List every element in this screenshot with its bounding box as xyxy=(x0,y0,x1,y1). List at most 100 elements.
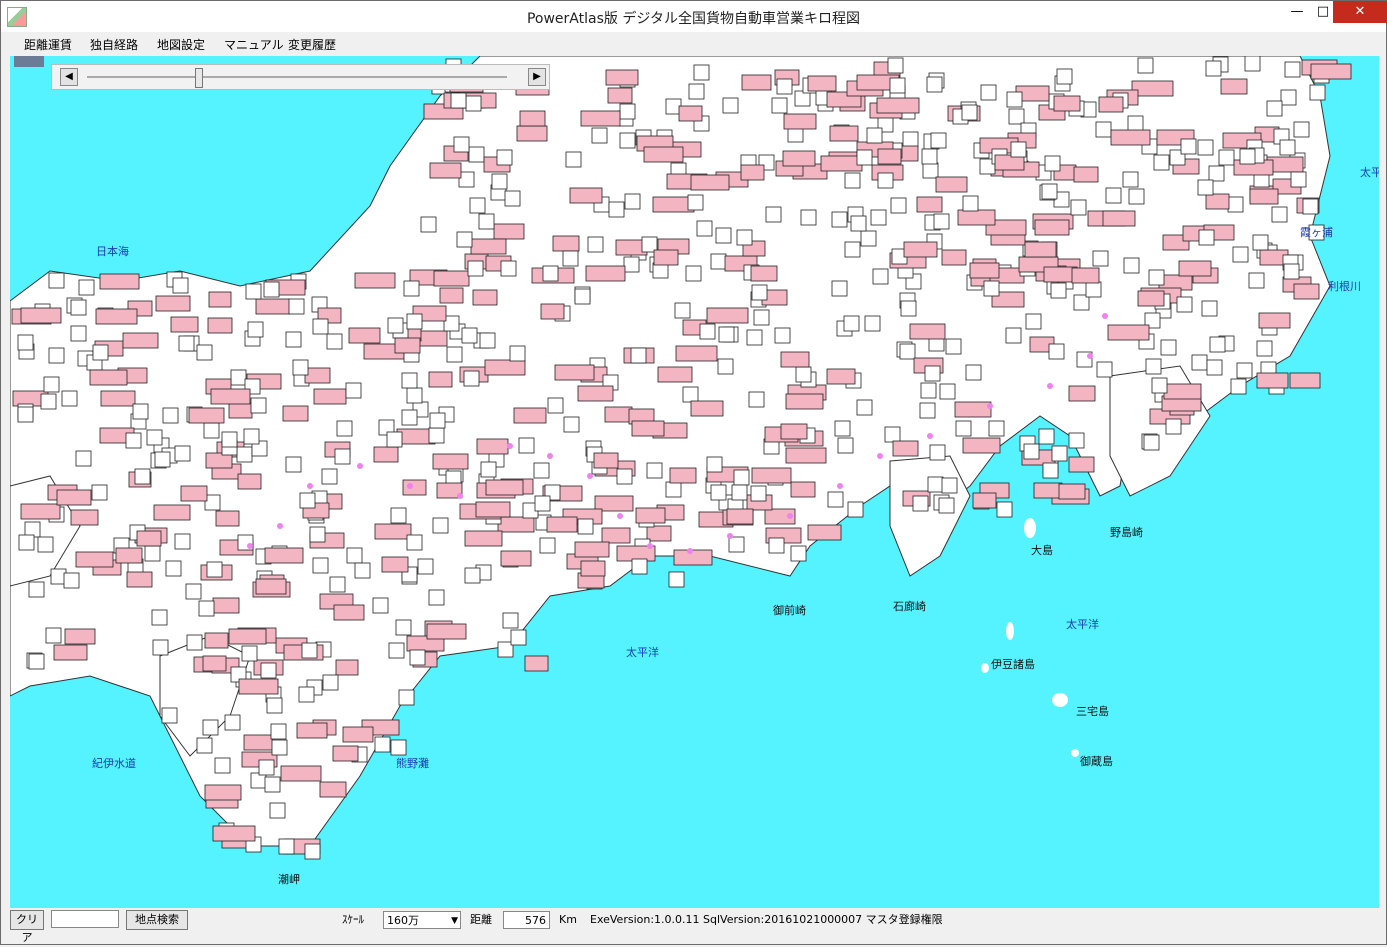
map-label-tile xyxy=(136,530,162,547)
map-label-tile xyxy=(493,223,525,240)
map-label-tile xyxy=(185,583,202,600)
menu-item-distance-fare[interactable]: 距離運賃 xyxy=(20,36,76,53)
island xyxy=(1024,518,1036,538)
zoom-slider-track[interactable] xyxy=(87,76,507,78)
search-button[interactable]: 地点検索 xyxy=(126,910,188,930)
map-label-tile xyxy=(1128,188,1145,205)
map-label-tile xyxy=(346,547,363,564)
map-label-tile xyxy=(669,467,697,484)
map-label-tile xyxy=(247,321,264,338)
map-label-tile xyxy=(624,193,641,210)
map-label-tile xyxy=(731,484,748,501)
map-label-tile xyxy=(215,510,240,527)
map-label-tile xyxy=(643,146,684,163)
map-label-tile xyxy=(1227,196,1244,213)
map-label-tile xyxy=(475,501,511,518)
map-label-tile xyxy=(203,422,220,439)
map-label-tile xyxy=(388,642,405,659)
menu-item-custom-route[interactable]: 独自経路 xyxy=(86,36,142,53)
map-canvas[interactable]: 日本海 太平洋 太平洋 紀伊水道 熊野灘 太平 利根川 霞ヶ浦 大島 野島崎 石… xyxy=(10,56,1379,908)
route-dot xyxy=(987,403,993,409)
zoom-slider-thumb[interactable] xyxy=(194,68,203,88)
map-label-tile xyxy=(688,83,705,100)
place-label-shionomisaki: 潮岬 xyxy=(278,873,300,886)
search-input[interactable] xyxy=(51,910,119,928)
map-label-tile xyxy=(154,451,171,468)
title-bar: PowerAtlas版 デジタル全国貨物自動車営業キロ程図 — □ ✕ xyxy=(1,1,1387,32)
sea-label-pacific-1: 太平洋 xyxy=(626,646,659,659)
map-label-tile xyxy=(919,402,936,419)
map-label-tile xyxy=(516,125,548,142)
map-label-tile xyxy=(162,407,179,424)
route-dot xyxy=(507,443,513,449)
map-label-tile xyxy=(768,537,785,554)
map-label-tile xyxy=(877,148,902,165)
map-label-tile xyxy=(497,516,535,533)
map-label-tile xyxy=(1309,84,1326,101)
map-label-tile xyxy=(753,309,770,326)
map-label-tile xyxy=(212,597,240,614)
map-label-tile xyxy=(18,534,35,551)
map-label-tile xyxy=(668,571,685,588)
map-label-tile xyxy=(935,176,968,193)
map-label-tile xyxy=(20,307,62,324)
route-dot xyxy=(617,513,623,519)
map-label-tile xyxy=(1165,418,1182,435)
map-label-tile xyxy=(518,437,535,454)
map-corner-button[interactable] xyxy=(14,56,44,67)
map-label-tile xyxy=(504,190,521,207)
map-label-tile xyxy=(456,231,473,248)
map-label-tile xyxy=(432,517,449,534)
map-label-tile xyxy=(204,784,242,801)
map-label-tile xyxy=(860,230,877,247)
close-button[interactable]: ✕ xyxy=(1333,1,1387,23)
map-label-tile xyxy=(354,272,396,289)
menu-item-manual[interactable]: マニュアル xyxy=(220,36,288,53)
slider-right-arrow-icon[interactable]: ▶ xyxy=(528,68,546,86)
place-label-irozaki: 石廊崎 xyxy=(893,600,926,613)
map-label-tile xyxy=(988,420,1005,437)
map-label-tile xyxy=(243,428,260,445)
route-dot xyxy=(407,483,413,489)
map-label-tile xyxy=(210,388,251,405)
map-label-tile xyxy=(198,600,215,617)
map-label-tile xyxy=(56,489,92,506)
map-label-tile xyxy=(790,545,807,562)
clear-button[interactable]: クリア xyxy=(10,910,44,944)
map-label-tile xyxy=(1122,171,1139,188)
map-label-tile xyxy=(884,426,901,443)
slider-left-arrow-icon[interactable]: ◀ xyxy=(60,68,78,86)
map-label-tile xyxy=(565,151,582,168)
map-label-tile xyxy=(1068,385,1096,402)
map-label-tile xyxy=(269,802,286,819)
map-label-tile xyxy=(372,597,389,614)
map-label-tile xyxy=(1058,483,1086,500)
map-label-tile xyxy=(75,551,114,568)
map-label-tile xyxy=(1197,179,1214,196)
map-label-tile xyxy=(790,481,816,498)
map-label-tile xyxy=(870,209,887,226)
map-label-tile xyxy=(255,578,287,595)
map-label-tile xyxy=(1302,198,1319,215)
map-label-tile xyxy=(470,238,507,255)
scale-select[interactable]: 160万 ▼ xyxy=(383,911,461,929)
map-label-tile xyxy=(134,468,151,485)
map-label-tile xyxy=(933,213,950,230)
map-label-tile xyxy=(1205,60,1222,77)
distance-label: 距離 xyxy=(470,913,492,926)
route-dot xyxy=(1087,353,1093,359)
map-label-tile xyxy=(450,92,467,109)
map-label-tile xyxy=(70,325,87,342)
map-label-tile xyxy=(844,241,861,258)
menu-item-change-history[interactable]: 変更履歴 xyxy=(284,36,340,53)
map-label-tile xyxy=(238,678,279,695)
map-label-tile xyxy=(605,69,639,86)
map-label-tile xyxy=(468,146,485,163)
map-label-tile xyxy=(28,581,45,598)
map-label-tile xyxy=(64,628,96,645)
map-label-tile xyxy=(406,534,423,551)
menu-item-map-settings[interactable]: 地図設定 xyxy=(153,36,209,53)
map-label-tile xyxy=(285,456,302,473)
map-label-tile xyxy=(909,323,946,340)
map-label-tile xyxy=(1008,108,1025,125)
